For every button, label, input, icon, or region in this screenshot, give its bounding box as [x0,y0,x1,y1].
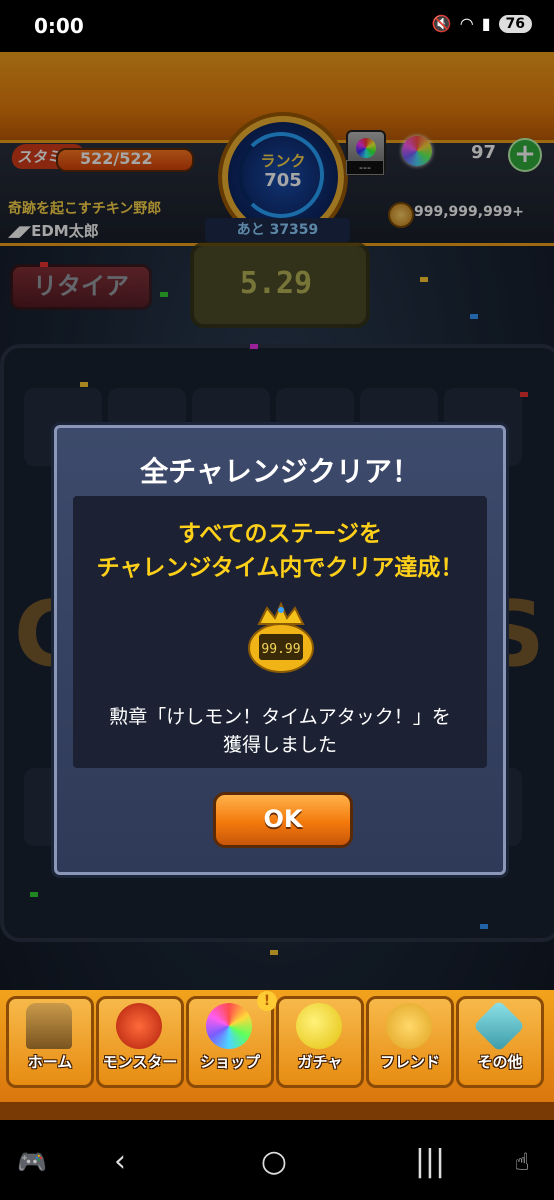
dialog-content: すべてのステージを チャレンジタイム内でクリア達成！ 99.99 勲章「けしモン… [73,496,487,768]
battery-indicator: 76 [498,14,532,33]
friends-icon [386,1003,432,1049]
medal-message-line1: 勲章「けしモン！タイムアタック！」を [109,706,451,728]
nav-label: ホーム [27,1053,73,1071]
status-icons: 🔇 ◠ ▮ 76 [432,14,532,33]
wifi-icon: ◠ [459,14,474,33]
game-screen: スタミナ 522/522 奇跡を起こすチキン野郎 ◢◤EDM太郎 ランク 705… [0,52,554,1120]
medal-message-line2: 獲得しました [222,734,337,756]
nav-shop[interactable]: ! ショップ [186,991,277,1088]
medal-value: 99.99 [261,642,300,657]
challenge-clear-dialog: 全チャレンジクリア！ すべてのステージを チャレンジタイム内でクリア達成！ 99… [54,425,506,875]
dialog-message-line1: すべてのステージを [177,521,382,547]
system-nav-bar: 🎮 ‹ ○ ||| ☝ [0,1120,554,1200]
nav-other[interactable]: その他 [456,996,544,1088]
mute-icon: 🔇 [431,14,452,33]
status-bar: 0:00 🔇 ◠ ▮ 76 [0,0,554,52]
clock: 0:00 [34,14,84,38]
nav-label: ショップ [199,1053,260,1071]
bottom-nav: ホーム モンスター ! ショップ ガチャ フレンド その他 [0,990,554,1120]
notification-badge: ! [257,991,277,1011]
dialog-title: 全チャレンジクリア！ [140,455,420,488]
nav-label: フレンド [379,1053,440,1071]
dragon-icon [116,1003,162,1049]
nav-gacha[interactable]: ガチャ [276,996,364,1088]
nav-label: その他 [477,1053,523,1071]
gacha-egg-icon [296,1003,342,1049]
nav-label: モンスター [102,1053,178,1071]
nav-monster[interactable]: モンスター [96,996,184,1088]
nav-home[interactable]: ホーム [6,996,94,1088]
back-button[interactable]: ‹ [100,1142,140,1182]
medal-icon: 99.99 [248,601,314,673]
ok-button[interactable]: OK [213,792,353,848]
game-controller-icon[interactable]: 🎮 [12,1142,52,1182]
other-menu-icon [472,999,526,1053]
home-button[interactable]: ○ [254,1142,294,1182]
recent-apps-button[interactable]: ||| [410,1142,450,1182]
home-gate-icon [26,1003,72,1049]
signal-icon: ▮ [481,14,491,33]
dialog-message-line2: チャレンジタイム内でクリア達成！ [96,555,464,581]
nav-friend[interactable]: フレンド [366,996,454,1088]
touch-assist-icon[interactable]: ☝ [502,1142,542,1182]
rainbow-orb-icon [206,1003,252,1049]
nav-bottom-strip [0,1102,554,1120]
nav-label: ガチャ [297,1053,343,1071]
